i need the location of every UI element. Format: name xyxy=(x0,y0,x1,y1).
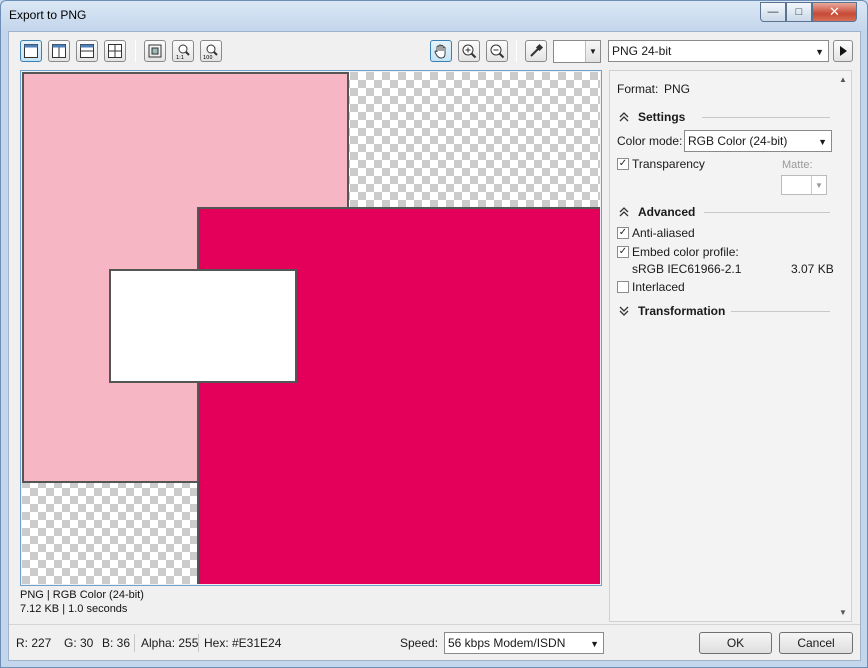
panel-scrollbar[interactable]: ▲ ▼ xyxy=(837,71,851,621)
preview-area[interactable] xyxy=(20,70,602,586)
zoom-in-icon xyxy=(462,44,477,59)
magenta-rectangle xyxy=(197,207,600,584)
section-divider xyxy=(702,117,830,118)
settings-section-title[interactable]: Settings xyxy=(638,110,685,124)
transformation-section-title[interactable]: Transformation xyxy=(638,304,725,318)
svg-text:100: 100 xyxy=(203,55,213,59)
matte-color-dropdown: ▼ xyxy=(781,175,827,195)
profile-size: 3.07 KB xyxy=(791,262,834,276)
embed-profile-label: Embed color profile: xyxy=(632,245,739,259)
section-divider xyxy=(731,311,830,312)
window-title: Export to PNG xyxy=(9,8,87,22)
fit-button[interactable] xyxy=(144,40,166,62)
anti-aliased-checkbox[interactable]: ✓ xyxy=(617,227,629,239)
status-divider xyxy=(134,634,135,652)
section-divider xyxy=(704,212,830,213)
format-value: PNG xyxy=(664,82,691,96)
red-value: R: 227 xyxy=(16,636,52,650)
zoom-1to1-icon: 1:1 xyxy=(176,44,190,59)
advanced-section-title[interactable]: Advanced xyxy=(638,205,695,219)
alpha-value: Alpha: 255 xyxy=(141,636,199,650)
export-dialog: Export to PNG — □ ✕ 1:1 100 ▼ PNG 24-bit… xyxy=(0,0,868,668)
quad-view-icon xyxy=(108,44,122,58)
zoom-100-button[interactable]: 100 xyxy=(200,40,222,62)
eyedropper-icon xyxy=(530,43,544,57)
transparency-label: Transparency xyxy=(632,157,705,171)
expand-chevron-icon[interactable] xyxy=(618,305,630,317)
single-view-button[interactable] xyxy=(20,40,42,62)
play-button[interactable] xyxy=(833,40,853,62)
profile-name: sRGB IEC61966-2.1 xyxy=(632,262,742,276)
scroll-down-icon[interactable]: ▼ xyxy=(839,608,847,617)
toolbar-separator xyxy=(516,40,517,62)
embed-profile-checkbox[interactable]: ✓ xyxy=(617,246,629,258)
format-select-value: PNG 24-bit xyxy=(612,44,672,58)
ok-button[interactable]: OK xyxy=(699,632,772,654)
format-label: Format: xyxy=(617,82,659,96)
color-mode-label: Color mode: xyxy=(617,134,683,148)
preview-canvas[interactable] xyxy=(22,72,600,584)
color-mode-select[interactable]: RGB Color (24-bit) ▼ xyxy=(684,130,832,152)
green-value: G: 30 xyxy=(64,636,94,650)
zoom-1to1-button[interactable]: 1:1 xyxy=(172,40,194,62)
status-divider xyxy=(198,634,199,652)
split-vertical-icon xyxy=(52,44,66,58)
hand-icon xyxy=(434,44,446,59)
minimize-button[interactable]: — xyxy=(760,2,786,22)
svg-text:1:1: 1:1 xyxy=(176,55,184,59)
status-bar: R: 227 G: 30 B: 36 Alpha: 255 Hex: #E31E… xyxy=(9,624,860,660)
speed-value: 56 kbps Modem/ISDN xyxy=(448,636,566,650)
split-horizontal-button[interactable] xyxy=(76,40,98,62)
collapse-chevron-icon[interactable] xyxy=(618,206,630,218)
chevron-down-icon: ▼ xyxy=(585,41,600,62)
split-horizontal-icon xyxy=(80,44,94,58)
maximize-button[interactable]: □ xyxy=(786,2,812,22)
chevron-down-icon: ▼ xyxy=(818,137,827,147)
play-icon xyxy=(840,46,847,56)
zoom-in-button[interactable] xyxy=(458,40,480,62)
cancel-button[interactable]: Cancel xyxy=(779,632,853,654)
collapse-chevron-icon[interactable] xyxy=(618,111,630,123)
zoom-out-button[interactable] xyxy=(486,40,508,62)
toolbar-separator xyxy=(135,40,136,62)
speed-label: Speed: xyxy=(400,636,439,650)
format-select[interactable]: PNG 24-bit ▼ xyxy=(608,40,829,62)
interlaced-checkbox[interactable] xyxy=(617,281,629,293)
settings-panel: Format: PNG Settings Color mode: RGB Col… xyxy=(609,70,852,622)
chevron-down-icon: ▼ xyxy=(590,639,599,649)
split-vertical-button[interactable] xyxy=(48,40,70,62)
preview-format-info: PNG | RGB Color (24-bit) xyxy=(20,589,144,601)
title-bar: Export to PNG — □ ✕ xyxy=(1,1,867,31)
chevron-down-icon: ▼ xyxy=(815,47,824,57)
transparency-checkbox[interactable]: ✓ xyxy=(617,158,629,170)
preview-size-info: 7.12 KB | 1.0 seconds xyxy=(20,603,128,615)
scroll-up-icon[interactable]: ▲ xyxy=(839,75,847,84)
blue-value: B: 36 xyxy=(102,636,131,650)
hand-tool-button[interactable] xyxy=(430,40,452,62)
single-view-icon xyxy=(24,44,38,58)
dialog-client: 1:1 100 ▼ PNG 24-bit ▼ PNG | RGB Color (… xyxy=(8,31,861,661)
chevron-down-icon: ▼ xyxy=(811,176,826,194)
zoom-out-icon xyxy=(490,44,505,59)
color-swatch-dropdown[interactable]: ▼ xyxy=(553,40,601,63)
anti-aliased-label: Anti-aliased xyxy=(632,226,695,240)
interlaced-label: Interlaced xyxy=(632,280,685,294)
speed-select[interactable]: 56 kbps Modem/ISDN ▼ xyxy=(444,632,604,654)
quad-view-button[interactable] xyxy=(104,40,126,62)
close-button[interactable]: ✕ xyxy=(812,2,857,22)
matte-label: Matte: xyxy=(782,159,813,171)
fit-icon xyxy=(148,44,162,58)
zoom-100-icon: 100 xyxy=(203,44,218,59)
eyedropper-button[interactable] xyxy=(525,40,547,62)
hex-value: Hex: #E31E24 xyxy=(204,636,282,650)
white-rectangle xyxy=(109,269,297,383)
color-mode-value: RGB Color (24-bit) xyxy=(688,134,788,148)
